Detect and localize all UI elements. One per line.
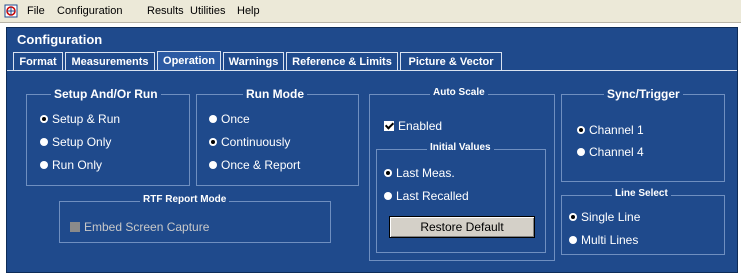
radio-setup-only[interactable]: Setup Only bbox=[40, 135, 111, 149]
menu-results[interactable]: Results bbox=[147, 5, 184, 17]
sync-trigger-group: Sync/Trigger bbox=[561, 87, 725, 182]
radio-selected-icon bbox=[40, 115, 48, 123]
radio-icon bbox=[209, 115, 217, 123]
radio-selected-icon bbox=[569, 213, 577, 221]
tab-divider bbox=[7, 70, 737, 71]
radio-icon bbox=[209, 161, 217, 169]
tab-format[interactable]: Format bbox=[13, 52, 63, 70]
radio-icon bbox=[40, 161, 48, 169]
radio-last-meas[interactable]: Last Meas. bbox=[384, 166, 455, 180]
menu-configuration[interactable]: Configuration bbox=[57, 5, 122, 17]
radio-icon bbox=[577, 148, 585, 156]
checkbox-embed-screen-capture[interactable]: Embed Screen Capture bbox=[70, 220, 209, 234]
radio-icon bbox=[569, 236, 577, 244]
line-select-title: Line Select bbox=[612, 188, 671, 199]
setup-run-title: Setup And/Or Run bbox=[51, 87, 161, 101]
radio-multi-lines[interactable]: Multi Lines bbox=[569, 233, 638, 247]
checkbox-checked-icon bbox=[384, 121, 394, 131]
radio-run-only[interactable]: Run Only bbox=[40, 158, 102, 172]
menu-bar: File Configuration Results Utilities Hel… bbox=[0, 0, 741, 23]
radio-channel-1[interactable]: Channel 1 bbox=[577, 123, 644, 137]
configuration-panel: Configuration Format Measurements Operat… bbox=[6, 27, 738, 273]
restore-default-button[interactable]: Restore Default bbox=[389, 216, 535, 238]
radio-single-line[interactable]: Single Line bbox=[569, 210, 640, 224]
radio-once[interactable]: Once bbox=[209, 112, 250, 126]
menu-file[interactable]: File bbox=[27, 5, 45, 17]
panel-title: Configuration bbox=[17, 32, 103, 47]
run-mode-title: Run Mode bbox=[243, 87, 307, 101]
radio-once-report[interactable]: Once & Report bbox=[209, 158, 300, 172]
radio-continuously[interactable]: Continuously bbox=[209, 135, 290, 149]
tab-warnings[interactable]: Warnings bbox=[223, 52, 284, 70]
tab-reference-limits[interactable]: Reference & Limits bbox=[286, 52, 398, 70]
radio-icon bbox=[40, 138, 48, 146]
radio-last-recalled[interactable]: Last Recalled bbox=[384, 189, 469, 203]
rtf-report-title: RTF Report Mode bbox=[140, 194, 230, 205]
radio-channel-4[interactable]: Channel 4 bbox=[577, 145, 644, 159]
sync-trigger-title: Sync/Trigger bbox=[604, 87, 683, 101]
tab-picture-vector[interactable]: Picture & Vector bbox=[400, 52, 502, 70]
tab-operation[interactable]: Operation bbox=[157, 51, 221, 71]
auto-scale-title: Auto Scale bbox=[430, 87, 488, 98]
radio-selected-icon bbox=[209, 138, 217, 146]
radio-icon bbox=[384, 192, 392, 200]
radio-selected-icon bbox=[577, 126, 585, 134]
app-logo-icon bbox=[4, 4, 18, 18]
radio-setup-run[interactable]: Setup & Run bbox=[40, 112, 120, 126]
checkbox-icon bbox=[70, 222, 80, 232]
checkbox-auto-scale-enabled[interactable]: Enabled bbox=[384, 119, 442, 133]
menu-utilities[interactable]: Utilities bbox=[190, 5, 225, 17]
menu-help[interactable]: Help bbox=[237, 5, 260, 17]
radio-selected-icon bbox=[384, 169, 392, 177]
tab-measurements[interactable]: Measurements bbox=[65, 52, 155, 70]
initial-values-title: Initial Values bbox=[427, 142, 494, 153]
